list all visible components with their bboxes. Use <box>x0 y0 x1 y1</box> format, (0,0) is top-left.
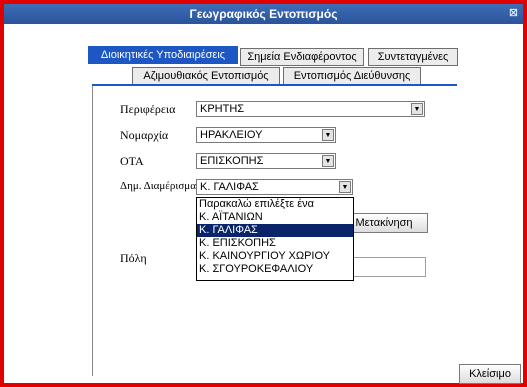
chevron-down-icon[interactable]: ▼ <box>411 103 423 115</box>
ota-select-value: ΕΠΙΣΚΟΠΗΣ <box>200 155 264 167</box>
dropdown-option[interactable]: Κ. ΣΓΟΥΡΟΚΕΦΑΛΙΟΥ <box>197 263 353 276</box>
chevron-down-icon[interactable]: ▼ <box>322 155 334 167</box>
district-select[interactable]: Κ. ΓΑΛΙΦΑΣ ▼ <box>196 179 353 195</box>
dropdown-option-selected[interactable]: Κ. ΓΑΛΙΦΑΣ <box>197 224 353 237</box>
region-select-value: ΚΡΗΤΗΣ <box>200 103 245 115</box>
title-bar[interactable]: Γεωγραφικός Εντοπισμός ⊠ <box>4 4 523 24</box>
region-label: Περιφέρεια <box>120 102 176 116</box>
dropdown-option[interactable]: Κ. ΑΪΤΑΝΙΩΝ <box>197 211 353 224</box>
city-label: Πόλη <box>120 251 147 265</box>
ota-select[interactable]: ΕΠΙΣΚΟΠΗΣ ▼ <box>196 153 336 169</box>
region-select[interactable]: ΚΡΗΤΗΣ ▼ <box>196 101 425 117</box>
dropdown-option[interactable]: Κ. ΕΠΙΣΚΟΠΗΣ <box>197 237 353 250</box>
district-select-value: Κ. ΓΑΛΙΦΑΣ <box>200 181 259 193</box>
prefecture-label: Νομαρχία <box>120 128 169 142</box>
prefecture-select[interactable]: ΗΡΑΚΛΕΙΟΥ ▼ <box>196 127 336 143</box>
tab-azimuth-location[interactable]: Αζιμουθιακός Εντοπισμός <box>132 67 280 85</box>
chevron-down-icon[interactable]: ▼ <box>339 181 351 193</box>
chevron-down-icon[interactable]: ▼ <box>322 129 334 141</box>
tab-coordinates[interactable]: Συντεταγμένες <box>368 48 458 66</box>
tab-administrative-divisions[interactable]: Διοικητικές Υποδιαιρέσεις <box>88 46 238 64</box>
close-icon[interactable]: ⊠ <box>507 7 520 20</box>
window-title: Γεωγραφικός Εντοπισμός <box>189 7 338 21</box>
dropdown-option[interactable]: Παρακαλώ επιλέξτε ένα <box>197 198 353 211</box>
district-label: Δημ. Διαμέρισμα <box>120 180 196 192</box>
dialog-window: Γεωγραφικός Εντοπισμός ⊠ Διοικητικές Υπο… <box>0 0 527 387</box>
city-input[interactable] <box>352 257 426 277</box>
tab-address-location[interactable]: Εντοπισμός Διεύθυνσης <box>283 67 421 85</box>
ota-label: ΟΤΑ <box>120 154 144 168</box>
district-dropdown-list[interactable]: Παρακαλώ επιλέξτε ένα Κ. ΑΪΤΑΝΙΩΝ Κ. ΓΑΛ… <box>196 197 354 281</box>
prefecture-select-value: ΗΡΑΚΛΕΙΟΥ <box>200 129 263 141</box>
dropdown-option[interactable]: Κ. ΚΑΙΝΟΥΡΓΙΟΥ ΧΩΡΙΟΥ <box>197 250 353 263</box>
tab-points-of-interest[interactable]: Σημεία Ενδιαφέροντος <box>240 48 364 66</box>
close-button[interactable]: Κλείσιμο <box>459 364 521 384</box>
